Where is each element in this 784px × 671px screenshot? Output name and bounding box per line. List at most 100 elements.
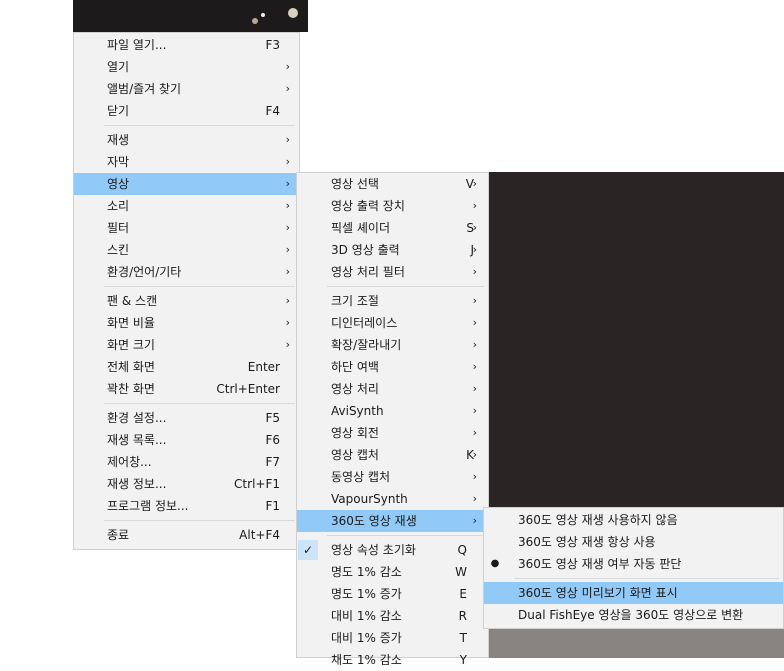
menu-item[interactable]: 자막 › [74, 151, 299, 173]
menu-item[interactable]: 3D 영상 출력 J › [297, 239, 488, 261]
chevron-right-icon: › [472, 492, 477, 505]
menu-item[interactable]: 전체 화면 Enter [74, 356, 299, 378]
chevron-right-icon: › [472, 514, 477, 527]
menu-item[interactable]: 스킨 › [74, 239, 299, 261]
menu-item-label: 360도 영상 재생 항상 사용 [518, 535, 656, 549]
context-menu-main: 파일 열기... F3 열기 › 앨범/즐겨 찾기 › 닫기 F4 재생 › 자막 › 영상 › 소리 › 필터… [73, 32, 300, 550]
shortcut-label: F6 [265, 433, 280, 447]
menu-item-label: 종료 [107, 528, 130, 542]
menu-item-label: 재생 [107, 133, 130, 147]
menu-item-label: 닫기 [107, 104, 130, 118]
menu-item[interactable]: VapourSynth › [297, 488, 488, 510]
menu-item-label: 팬 & 스캔 [107, 294, 158, 308]
menu-item[interactable]: 360도 영상 미리보기 화면 표시 [484, 582, 783, 604]
menu-item[interactable]: 명도 1% 감소 W [297, 561, 488, 583]
menu-item-label: 전체 화면 [107, 360, 155, 374]
menu-item[interactable]: 환경 설정... F5 [74, 407, 299, 429]
menu-item[interactable]: 확장/잘라내기 › [297, 334, 488, 356]
shortcut-label: Ctrl+Enter [216, 382, 280, 396]
menu-item-label: 동영상 캡처 [331, 470, 391, 484]
menu-item[interactable]: 360도 영상 재생 항상 사용 [484, 531, 783, 553]
menu-item[interactable]: 크기 조절 › [297, 290, 488, 312]
chevron-right-icon: › [472, 265, 477, 278]
menu-item-label: 화면 비율 [107, 316, 155, 330]
menu-item-label: 대비 1% 감소 [331, 609, 402, 623]
menu-item[interactable]: 대비 1% 증가 T [297, 627, 488, 649]
chevron-right-icon: › [472, 360, 477, 373]
menu-item[interactable]: 영상 출력 장치 › [297, 195, 488, 217]
menu-item[interactable]: 제어창... F7 [74, 451, 299, 473]
menu-item[interactable]: 채도 1% 감소 Y [297, 649, 488, 671]
submenu-video: 영상 선택 V › 영상 출력 장치 › 픽셀 셰이더 S › 3D 영상 출력 J › 영상 처리 … [296, 172, 489, 667]
menu-item-label: Dual FishEye 영상을 360도 영상으로 변환 [518, 608, 744, 622]
menu-item-label: 확장/잘라내기 [331, 338, 402, 352]
menu-item[interactable]: 360도 영상 재생 사용하지 않음 [484, 509, 783, 531]
menu-item-label: 360도 영상 재생 [331, 514, 417, 528]
menu-item[interactable]: 환경/언어/기타 › [74, 261, 299, 283]
video-background-top [73, 0, 308, 32]
menu-item[interactable]: 화면 크기 › [74, 334, 299, 356]
shortcut-label: F5 [265, 411, 280, 425]
menu-item[interactable]: 영상 캡처 K › [297, 444, 488, 466]
menu-item[interactable]: AviSynth › [297, 400, 488, 422]
menu-item[interactable]: 대비 1% 감소 R [297, 605, 488, 627]
chevron-right-icon: › [285, 294, 290, 307]
menu-item-label: 3D 영상 출력 [331, 243, 400, 257]
menu-item[interactable]: 디인터레이스 › [297, 312, 488, 334]
menu-item[interactable]: 소리 › [74, 195, 299, 217]
shortcut-label: Alt+F4 [239, 528, 280, 542]
menu-item-label: 360도 영상 재생 여부 자동 판단 [518, 557, 682, 571]
menu-item-label: 영상 회전 [331, 426, 379, 440]
shortcut-label: Ctrl+F1 [234, 477, 280, 491]
menu-item-label: VapourSynth [331, 492, 408, 506]
shortcut-label: F3 [265, 38, 280, 52]
submenu-360-video: 360도 영상 재생 사용하지 않음 360도 영상 재생 항상 사용 ● 360도 … [483, 507, 784, 629]
menu-item[interactable]: 앨범/즐겨 찾기 › [74, 78, 299, 100]
menu-item[interactable]: ✓ 영상 속성 초기화 Q [297, 539, 488, 561]
menu-item[interactable]: 종료 Alt+F4 [74, 524, 299, 546]
menu-item-label: 360도 영상 재생 사용하지 않음 [518, 513, 678, 527]
menu-item[interactable]: 영상 선택 V › [297, 173, 488, 195]
menu-item-label: 스킨 [107, 243, 130, 257]
menu-item[interactable]: 열기 › [74, 56, 299, 78]
chevron-right-icon: › [285, 265, 290, 278]
menu-item[interactable]: 화면 비율 › [74, 312, 299, 334]
menu-item[interactable]: 360도 영상 재생 › [297, 510, 488, 532]
chevron-right-icon: › [285, 221, 290, 234]
menu-item[interactable]: 픽셀 셰이더 S › [297, 217, 488, 239]
chevron-right-icon: › [472, 177, 477, 190]
menu-item[interactable]: 재생 정보... Ctrl+F1 [74, 473, 299, 495]
chevron-right-icon: › [285, 316, 290, 329]
menu-item-label: 픽셀 셰이더 [331, 221, 391, 235]
menu-item[interactable]: 팬 & 스캔 › [74, 290, 299, 312]
menu-item[interactable]: 파일 열기... F3 [74, 34, 299, 56]
menu-item[interactable]: 영상 처리 필터 › [297, 261, 488, 283]
menu-item[interactable]: 하단 여백 › [297, 356, 488, 378]
menu-item-label: 채도 1% 감소 [331, 653, 402, 667]
menu-item[interactable]: 필터 › [74, 217, 299, 239]
check-icon: ✓ [302, 543, 314, 557]
menu-item-label: 재생 정보... [107, 477, 167, 491]
menu-item[interactable]: 재생 목록... F6 [74, 429, 299, 451]
menu-separator [327, 535, 484, 536]
chevron-right-icon: › [285, 243, 290, 256]
chevron-right-icon: › [285, 82, 290, 95]
menu-item[interactable]: 재생 › [74, 129, 299, 151]
menu-item[interactable]: 영상 › [74, 173, 299, 195]
menu-item[interactable]: 명도 1% 증가 E [297, 583, 488, 605]
chevron-right-icon: › [472, 294, 477, 307]
menu-item[interactable]: 동영상 캡처 › [297, 466, 488, 488]
menu-item-label: 제어창... [107, 455, 152, 469]
menu-item[interactable]: 프로그램 정보... F1 [74, 495, 299, 517]
menu-item[interactable]: Dual FishEye 영상을 360도 영상으로 변환 [484, 604, 783, 626]
menu-item[interactable]: ● 360도 영상 재생 여부 자동 판단 [484, 553, 783, 575]
menu-item[interactable]: 영상 처리 › [297, 378, 488, 400]
menu-item[interactable]: 닫기 F4 [74, 100, 299, 122]
menu-item-label: 명도 1% 증가 [331, 587, 402, 601]
chevron-right-icon: › [472, 316, 477, 329]
shortcut-label: Enter [247, 360, 280, 374]
shortcut-label: F7 [265, 455, 280, 469]
menu-item[interactable]: 영상 회전 › [297, 422, 488, 444]
menu-item[interactable]: 꽉찬 화면 Ctrl+Enter [74, 378, 299, 400]
menu-separator [104, 286, 295, 287]
